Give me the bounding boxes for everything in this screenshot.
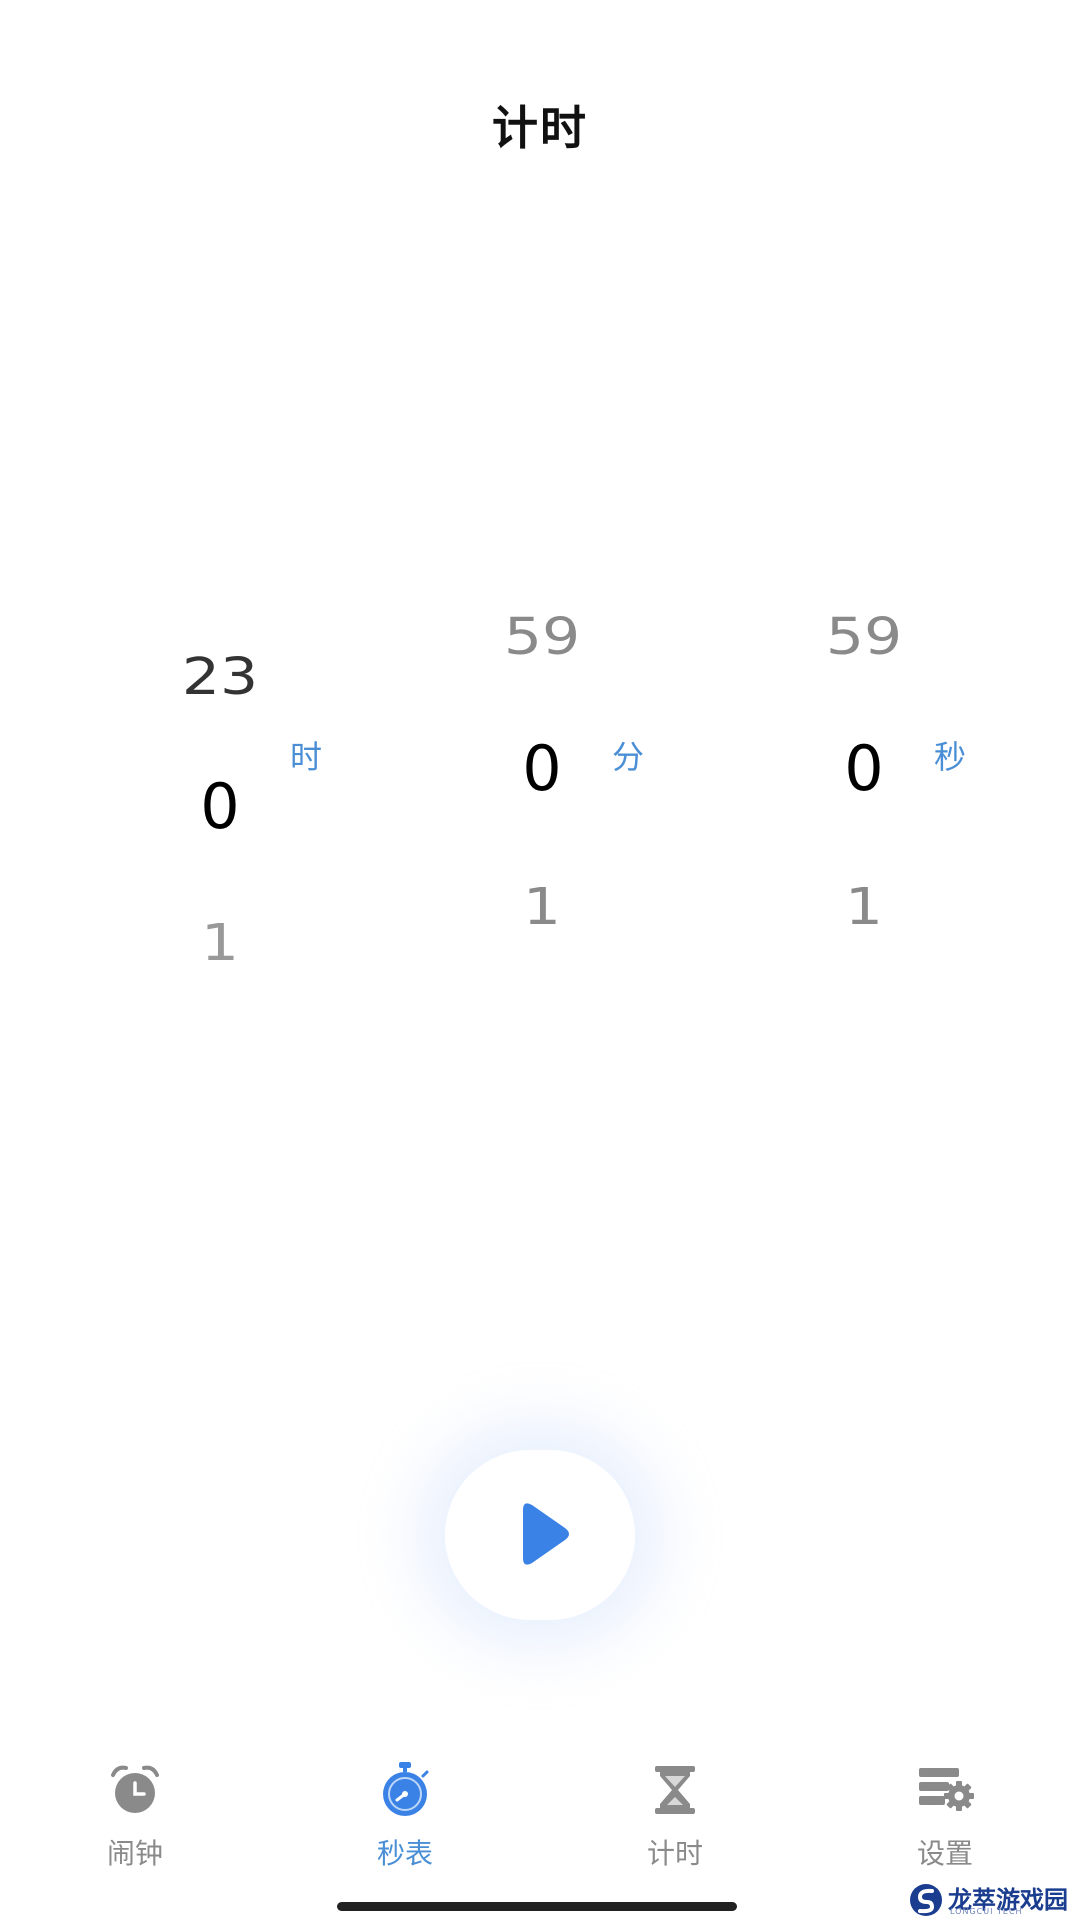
play-icon — [523, 1503, 569, 1565]
minutes-next-value[interactable]: 1 — [442, 877, 642, 937]
seconds-next-value[interactable]: 1 — [764, 877, 964, 937]
play-button-container — [445, 1450, 635, 1620]
minutes-unit-label: 分 — [612, 738, 645, 776]
tab-stopwatch[interactable]: 秒表 — [305, 1750, 505, 1870]
page-title: 计时 — [492, 101, 588, 155]
play-button[interactable] — [445, 1450, 635, 1620]
hours-unit-label: 时 — [290, 738, 323, 776]
alarm-clock-icon — [111, 1765, 159, 1813]
hours-wheel[interactable]: 23 0 1 — [120, 590, 320, 990]
watermark-logo-icon — [910, 1884, 942, 1916]
watermark: 龙萃游戏园 LONGCUI TECH — [908, 1880, 1068, 1916]
seconds-wheel[interactable]: 59 0 1 — [764, 590, 964, 990]
tab-timer[interactable]: 计时 — [575, 1750, 775, 1870]
hours-prev-value[interactable]: 23 — [120, 647, 320, 707]
minutes-prev-value[interactable]: 59 — [442, 607, 642, 667]
hours-selected-value[interactable]: 0 — [120, 770, 320, 843]
settings-gear-icon — [919, 1768, 974, 1811]
seconds-unit-label: 秒 — [934, 738, 967, 776]
tab-stopwatch-label: 秒表 — [376, 1837, 433, 1870]
seconds-prev-value[interactable]: 59 — [764, 607, 964, 667]
time-picker[interactable]: 23 0 1 时 59 0 1 分 59 0 1 秒 — [0, 590, 1080, 990]
tab-timer-label: 计时 — [646, 1837, 703, 1870]
home-indicator[interactable] — [337, 1902, 737, 1911]
tab-alarm[interactable]: 闹钟 — [35, 1750, 235, 1870]
watermark-subtext: LONGCUI TECH — [950, 1907, 1023, 1916]
hourglass-icon — [655, 1766, 695, 1814]
tab-settings[interactable]: 设置 — [845, 1750, 1045, 1870]
minutes-wheel[interactable]: 59 0 1 — [442, 590, 642, 990]
tab-alarm-label: 闹钟 — [106, 1837, 163, 1870]
bottom-tab-bar: 闹钟 秒表 计时 设置 — [0, 1750, 1080, 1880]
hours-next-value[interactable]: 1 — [120, 913, 320, 973]
stopwatch-icon — [383, 1762, 429, 1816]
tab-settings-label: 设置 — [916, 1837, 973, 1870]
